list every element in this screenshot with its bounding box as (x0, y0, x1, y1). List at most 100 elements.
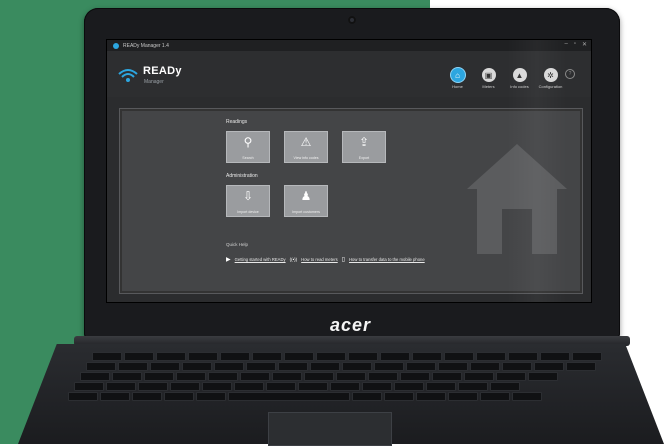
keyboard-key (80, 372, 110, 381)
home-panel: Readings ⚲ Search ⚠ View info codes ⇪ Ex… (119, 108, 583, 294)
keyboard-key (86, 362, 116, 371)
view-info-codes-button[interactable]: ⚠ View info codes (284, 131, 328, 163)
import-device-label: Import device (237, 210, 259, 214)
export-button[interactable]: ⇪ Export (342, 131, 386, 163)
quick-help-links: ▶ Getting started with READy ((•)) How t… (226, 256, 425, 263)
keyboard-key (336, 372, 366, 381)
keyboard-key (330, 382, 360, 391)
keyboard-key (304, 372, 334, 381)
wifi-logo-icon (118, 69, 138, 82)
meter-icon: ▣ (481, 68, 496, 82)
radio-icon: ((•)) (289, 257, 298, 262)
webcam (348, 16, 356, 24)
keyboard-key (144, 372, 174, 381)
keyboard-key (106, 382, 136, 391)
import-customers-button[interactable]: ♟ Import customers (284, 185, 328, 217)
keyboard-key (182, 362, 212, 371)
keyboard-key (490, 382, 520, 391)
maximize-button[interactable]: ▫ (574, 41, 576, 48)
phone-icon: ▯ (341, 257, 346, 263)
keyboard-key (220, 352, 250, 361)
warning-icon: ▲ (512, 68, 527, 82)
keyboard-key (362, 382, 392, 391)
gear-icon: ✲ (543, 68, 558, 82)
transfer-data-link[interactable]: How to transfer data to the mobile phone (349, 257, 425, 262)
read-meters-link[interactable]: How to read meters (301, 257, 338, 262)
keyboard-key (438, 362, 468, 371)
keyboard-key (240, 372, 270, 381)
nav-configuration[interactable]: ✲ Configuration (538, 68, 563, 89)
keyboard-key (298, 382, 328, 391)
keyboard-key (310, 362, 340, 371)
nav-home[interactable]: ⌂ Home (445, 68, 470, 89)
keyboard-row (80, 372, 558, 381)
keyboard-key (496, 372, 526, 381)
getting-started-link[interactable]: Getting started with READy (235, 257, 286, 262)
search-icon: ⚲ (243, 135, 253, 149)
laptop-brand-logo: acer (330, 315, 372, 335)
house-watermark-icon (467, 144, 567, 254)
keyboard-row (86, 362, 596, 371)
warning-icon: ⚠ (300, 135, 312, 149)
keyboard-key (572, 352, 602, 361)
app-header: READy Manager ⌂ Home ▣ Meters ▲ Info cod… (107, 51, 591, 97)
window-titlebar: READy Manager 1.4 – ▫ ✕ (107, 40, 591, 51)
keyboard-key (74, 382, 104, 391)
nav-meters[interactable]: ▣ Meters (476, 68, 501, 89)
export-icon: ⇪ (358, 135, 370, 149)
keyboard-key (528, 372, 558, 381)
window-controls: – ▫ ✕ (564, 41, 587, 48)
keyboard-row (92, 352, 602, 361)
keyboard-key (502, 362, 532, 371)
help-icon[interactable]: ? (565, 69, 575, 79)
keyboard-key (406, 362, 436, 371)
keyboard-key (566, 362, 596, 371)
laptop-keyboard (68, 352, 620, 412)
keyboard-key (508, 352, 538, 361)
readings-heading: Readings (226, 119, 248, 125)
keyboard-key (374, 362, 404, 371)
search-button-label: Search (242, 156, 254, 160)
keyboard-key (448, 392, 478, 401)
main-nav: ⌂ Home ▣ Meters ▲ Info codes ✲ Configura… (445, 68, 563, 89)
app-icon (113, 42, 119, 49)
import-device-button[interactable]: ⇩ Import device (226, 185, 270, 217)
minimize-button[interactable]: – (564, 41, 567, 48)
keyboard-key (540, 352, 570, 361)
home-icon: ⌂ (450, 68, 465, 82)
keyboard-key (68, 392, 98, 401)
keyboard-key (196, 392, 226, 401)
keyboard-key (512, 392, 542, 401)
nav-info-codes-label: Info codes (510, 84, 529, 89)
keyboard-key (112, 372, 142, 381)
quick-help-heading: Quick Help (226, 242, 249, 247)
keyboard-key (278, 362, 308, 371)
keyboard-key (426, 382, 456, 391)
keyboard-key (412, 352, 442, 361)
app-logo-title: READy (143, 65, 182, 77)
play-icon: ▶ (226, 257, 231, 263)
keyboard-row (68, 392, 542, 401)
keyboard-key (342, 362, 372, 371)
export-button-label: Export (358, 156, 370, 160)
keyboard-key (380, 352, 410, 361)
keyboard-key (252, 352, 282, 361)
nav-info-codes[interactable]: ▲ Info codes (507, 68, 532, 89)
keyboard-key (100, 392, 130, 401)
keyboard-key (272, 372, 302, 381)
keyboard-key (470, 362, 500, 371)
keyboard-key (534, 362, 564, 371)
keyboard-key (348, 352, 378, 361)
keyboard-key (368, 372, 398, 381)
search-button[interactable]: ⚲ Search (226, 131, 270, 163)
keyboard-key (138, 382, 168, 391)
keyboard-key (432, 372, 462, 381)
keyboard-key (202, 382, 232, 391)
keyboard-key (476, 352, 506, 361)
keyboard-key (352, 392, 382, 401)
keyboard-key (156, 352, 186, 361)
keyboard-key (464, 372, 494, 381)
keyboard-key (416, 392, 446, 401)
close-button[interactable]: ✕ (582, 41, 587, 48)
keyboard-key (316, 352, 346, 361)
